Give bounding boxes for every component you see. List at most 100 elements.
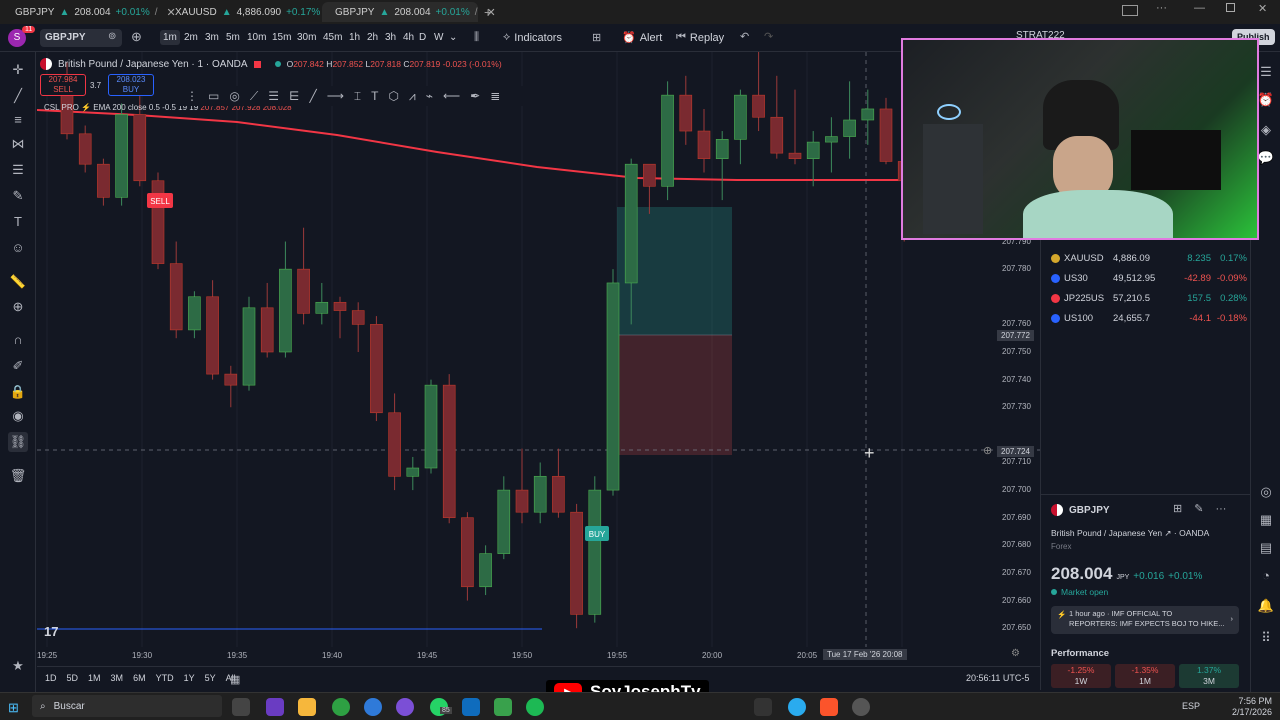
telegram-icon[interactable] xyxy=(788,698,806,716)
range-5D[interactable]: 5D xyxy=(67,673,79,683)
excel-icon[interactable] xyxy=(494,698,512,716)
lock-icon[interactable]: 🔒 xyxy=(8,382,28,402)
layouts-icon[interactable]: ⊞ xyxy=(592,31,601,44)
horizontal-ray-icon[interactable]: ⟵ xyxy=(443,89,460,103)
text-icon[interactable]: T xyxy=(8,212,28,232)
browser-tab[interactable]: GBPJPY ▲ 208.004 +0.01% / ✕ xyxy=(2,2,176,22)
tradingview-app-icon[interactable] xyxy=(754,698,772,716)
timeframe-45m[interactable]: 45m xyxy=(320,30,345,45)
range-YTD[interactable]: YTD xyxy=(156,673,174,683)
explorer-icon[interactable] xyxy=(298,698,316,716)
calendar-icon[interactable]: ▦ xyxy=(230,673,240,686)
layers-icon[interactable]: ◈ xyxy=(1256,120,1276,140)
rectangle-icon[interactable]: ▭ xyxy=(208,89,219,103)
redo-icon[interactable]: ↷ xyxy=(764,30,773,43)
timeframe-15m[interactable]: 15m xyxy=(269,30,294,45)
zigzag-icon[interactable]: ⩘ xyxy=(409,89,416,104)
favorites-icon[interactable]: ★ xyxy=(8,656,28,676)
range-3M[interactable]: 3M xyxy=(111,673,124,683)
apps-icon[interactable]: ⠿ xyxy=(1256,628,1276,648)
text-tool-icon[interactable]: T xyxy=(371,89,378,103)
buy-button[interactable]: 208.023 BUY xyxy=(108,74,154,96)
add-alert-icon[interactable]: ⊕ xyxy=(983,444,992,457)
fib-icon[interactable]: ≡ xyxy=(8,110,28,130)
cast-icon[interactable] xyxy=(1122,5,1138,16)
replay-button[interactable]: ⏮ Replay xyxy=(676,31,724,44)
timeframe-dropdown-icon[interactable]: ⌄ xyxy=(446,30,460,45)
timeframe-30m[interactable]: 30m xyxy=(294,30,319,45)
magnet-icon[interactable]: ∩ xyxy=(8,330,28,350)
grid-view-icon[interactable]: ⊞ xyxy=(1173,502,1182,515)
parallel-icon[interactable]: ⋿ xyxy=(289,89,299,103)
target-icon[interactable]: ◎ xyxy=(1256,482,1276,502)
brush-icon[interactable]: ✎ xyxy=(8,186,28,206)
range-6M[interactable]: 6M xyxy=(133,673,146,683)
sell-button[interactable]: 207.984 SELL xyxy=(40,74,86,96)
chart-type-icon[interactable]: ⫼ xyxy=(474,31,479,44)
timeframe-2h[interactable]: 2h xyxy=(364,30,381,45)
watchlist-icon[interactable]: ☰ xyxy=(1256,62,1276,82)
line-icon[interactable]: ╱ xyxy=(309,89,316,103)
brave-icon[interactable] xyxy=(820,698,838,716)
alert-button[interactable]: ⏰ Alert xyxy=(622,31,662,45)
timeframe-3m[interactable]: 3m xyxy=(202,30,222,45)
watchlist-row[interactable]: US100 24,655.7 -44.1 -0.18% xyxy=(1051,308,1247,328)
drag-handle-icon[interactable]: ⋮ xyxy=(186,89,198,103)
copilot-icon[interactable] xyxy=(266,698,284,716)
range-1M[interactable]: 1M xyxy=(88,673,101,683)
chrome-profile-icon[interactable] xyxy=(364,698,382,716)
price-chart[interactable]: SELL BUY xyxy=(37,52,1040,692)
discord-icon[interactable] xyxy=(396,698,414,716)
timeframe-4h[interactable]: 4h xyxy=(400,30,417,45)
timeframe-10m[interactable]: 10m xyxy=(244,30,269,45)
alerts-icon[interactable]: ⏰ xyxy=(1256,90,1276,110)
maximize-icon[interactable] xyxy=(1226,3,1235,12)
timeframe-1m[interactable]: 1m xyxy=(160,30,180,45)
calendar-side-icon[interactable]: ▤ xyxy=(1256,538,1276,558)
channel-icon[interactable]: ☰ xyxy=(268,89,279,103)
watchlist-row[interactable]: XAUUSD 4,886.09 8.235 0.17% xyxy=(1051,248,1247,268)
ray-icon[interactable]: ⟶ xyxy=(327,89,344,103)
more-icon[interactable]: ··· xyxy=(1156,2,1167,14)
new-tab-icon[interactable]: + xyxy=(484,4,492,20)
task-view-icon[interactable] xyxy=(232,698,250,716)
performance-cell[interactable]: -1.25% 1W xyxy=(1051,664,1111,688)
more-options-icon[interactable]: ··· xyxy=(1215,503,1226,515)
chart-area[interactable]: SELL BUY xyxy=(37,52,1040,692)
range-5Y[interactable]: 5Y xyxy=(205,673,216,683)
range-1D[interactable]: 1D xyxy=(45,673,57,683)
zoom-icon[interactable]: ⊕ xyxy=(8,297,28,317)
grid-icon[interactable]: ▦ xyxy=(1256,510,1276,530)
timeframe-2m[interactable]: 2m xyxy=(181,30,201,45)
add-symbol-icon[interactable]: ⊕ xyxy=(131,29,142,45)
emoji-icon[interactable]: ☺ xyxy=(8,238,28,258)
vertical-line-icon[interactable]: ⌶ xyxy=(354,89,361,104)
settings-icon[interactable]: ⚙ xyxy=(1011,648,1020,659)
spotify-icon[interactable] xyxy=(526,698,544,716)
timeframe-3h[interactable]: 3h xyxy=(382,30,399,45)
browser-tab-active[interactable]: GBPJPY ▲ 208.004 +0.01% / ✕ xyxy=(322,2,496,22)
path-icon[interactable]: ⟋ xyxy=(250,89,258,104)
edit-icon[interactable]: ✎ xyxy=(1194,502,1203,515)
performance-cell[interactable]: 1.37% 3M xyxy=(1179,664,1239,688)
indicators-button[interactable]: ⟡ Indicators xyxy=(503,31,562,44)
lock-drawings-icon[interactable]: ✐ xyxy=(8,356,28,376)
watchlist-row[interactable]: JP225US 57,210.5 157.5 0.28% xyxy=(1051,288,1247,308)
crosshair-icon[interactable]: ✛ xyxy=(8,60,28,80)
timeframe-5m[interactable]: 5m xyxy=(223,30,243,45)
browser-tab[interactable]: XAUUSD ▲ 4,886.090 +0.17% ✕ xyxy=(162,2,339,22)
pattern-icon[interactable]: ⋈ xyxy=(8,134,28,154)
windows-icon[interactable]: ⊞ xyxy=(8,700,19,716)
performance-cell[interactable]: -1.35% 1M xyxy=(1115,664,1175,688)
timeframe-D[interactable]: D xyxy=(416,30,429,45)
forecast-icon[interactable]: ☰ xyxy=(8,160,28,180)
bell-icon[interactable]: 🔔 xyxy=(1256,596,1276,616)
pen-icon[interactable]: ✒ xyxy=(470,89,480,103)
signal-icon[interactable]: ◔ xyxy=(1256,566,1276,586)
trash-icon[interactable]: 🗑 xyxy=(8,466,28,486)
obs-icon[interactable] xyxy=(852,698,870,716)
taskbar-search[interactable]: ⌕ Buscar xyxy=(32,695,222,717)
circle-icon[interactable]: ◎ xyxy=(229,89,239,103)
language[interactable]: ESP xyxy=(1182,701,1200,711)
timeframe-1h[interactable]: 1h xyxy=(346,30,363,45)
